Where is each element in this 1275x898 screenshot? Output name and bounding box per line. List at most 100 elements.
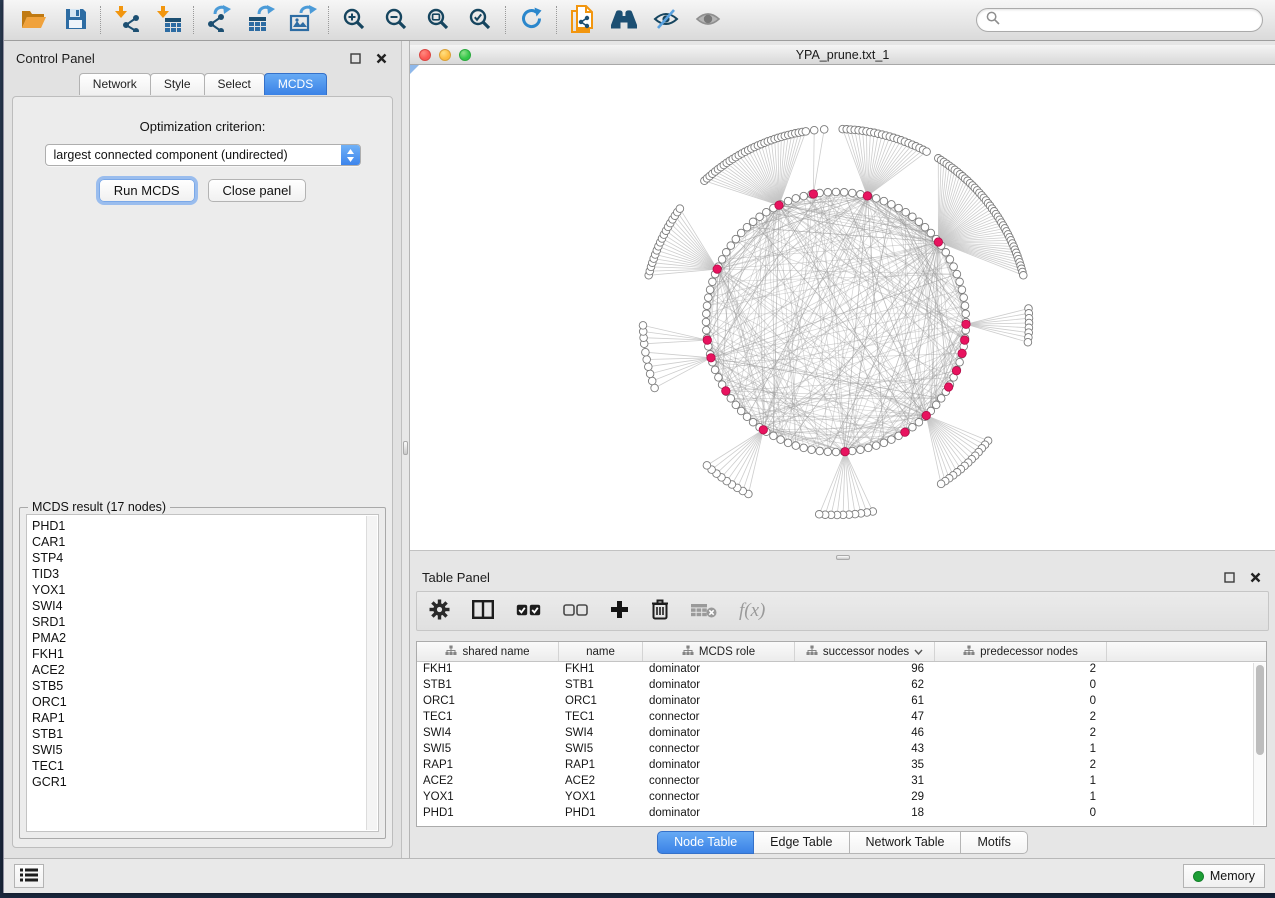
delete-table-button[interactable] [691,602,717,621]
table-cell: SWI5 [417,742,559,758]
mcds-result-node[interactable]: SRD1 [32,614,378,630]
mcds-result-node[interactable]: SWI5 [32,742,378,758]
network-view-canvas[interactable] [410,65,1275,551]
import-table-button[interactable] [151,4,185,36]
toolbar-separator [505,6,506,34]
table-cell: 1 [935,774,1107,790]
column-header-name[interactable]: name [559,642,643,661]
mcds-result-node[interactable]: STB5 [32,678,378,694]
table-row[interactable]: SWI4SWI4dominator462 [417,726,1266,742]
mcds-result-node[interactable]: FKH1 [32,646,378,662]
open-file-button[interactable] [16,4,50,36]
mcds-result-node[interactable]: TID3 [32,566,378,582]
mcds-result-node[interactable]: TEC1 [32,758,378,774]
table-settings-button[interactable] [429,599,450,623]
show-all-button[interactable] [691,4,725,36]
table-scrollbar-thumb[interactable] [1256,665,1264,755]
toggle-panes-button[interactable] [472,600,494,622]
mcds-result-node[interactable]: ORC1 [32,694,378,710]
column-header-label: predecessor nodes [980,646,1078,658]
search-input[interactable] [1005,13,1253,27]
import-network-icon [113,5,140,35]
table-row[interactable]: RAP1RAP1dominator352 [417,758,1266,774]
close-table-panel-button[interactable] [1247,569,1263,585]
hide-selected-button[interactable] [649,4,683,36]
mcds-result-node[interactable]: RAP1 [32,710,378,726]
mcds-result-node[interactable]: ACE2 [32,662,378,678]
save-session-button[interactable] [58,4,92,36]
export-image-button[interactable] [286,4,320,36]
select-all-button[interactable] [516,604,541,619]
mcds-result-node[interactable]: GCR1 [32,774,378,790]
main-toolbar [4,0,1275,41]
tab-motifs[interactable]: Motifs [961,831,1027,854]
table-row[interactable]: ORC1ORC1dominator610 [417,694,1266,710]
mcds-list-scrollbar[interactable] [366,516,377,830]
tab-network-table[interactable]: Network Table [850,831,962,854]
tab-select[interactable]: Select [204,73,265,95]
run-mcds-button[interactable]: Run MCDS [99,179,195,202]
zoom-selected-button[interactable] [463,4,497,36]
zoom-out-icon [384,7,408,34]
zoom-fit-button[interactable] [421,4,455,36]
tab-edge-table[interactable]: Edge Table [754,831,849,854]
column-header-MCDS-role[interactable]: MCDS role [643,642,795,661]
close-mcds-panel-button[interactable]: Close panel [208,179,307,202]
table-cell: dominator [643,694,795,710]
table-cell: PHD1 [417,806,559,822]
mcds-result-node[interactable]: STP4 [32,550,378,566]
tab-network[interactable]: Network [79,73,151,95]
splitter-grip[interactable] [836,555,850,560]
mcds-result-node[interactable]: PHD1 [32,518,378,534]
export-table-button[interactable] [244,4,278,36]
table-cell: dominator [643,758,795,774]
deselect-all-button[interactable] [563,604,588,619]
import-network-button[interactable] [109,4,143,36]
task-history-button[interactable] [14,864,44,888]
table-cell: YOX1 [559,790,643,806]
mcds-result-node[interactable]: STB1 [32,726,378,742]
column-header-shared-name[interactable]: shared name [417,642,559,661]
table-scrollbar[interactable] [1253,663,1265,825]
add-column-button[interactable] [610,600,629,622]
export-network-button[interactable] [202,4,236,36]
horizontal-splitter[interactable] [410,551,1275,565]
function-builder-button[interactable]: f(x) [739,600,765,622]
network-search-box[interactable] [976,8,1263,32]
table-row[interactable]: FKH1FKH1dominator962 [417,662,1266,678]
view-focus-corner [410,65,419,74]
mcds-result-node[interactable]: CAR1 [32,534,378,550]
table-row[interactable]: PHD1PHD1dominator180 [417,806,1266,822]
tab-node-table[interactable]: Node Table [657,831,754,854]
mcds-result-list[interactable]: PHD1CAR1STP4TID3YOX1SWI4SRD1PMA2FKH1ACE2… [26,514,379,832]
close-panel-button[interactable] [373,50,389,66]
mcds-result-node[interactable]: YOX1 [32,582,378,598]
column-header-successor-nodes[interactable]: successor nodes [795,642,935,661]
criterion-dropdown[interactable]: largest connected component (undirected) [45,144,361,166]
table-row[interactable]: ACE2ACE2connector311 [417,774,1266,790]
float-table-panel-button[interactable] [1221,569,1237,585]
delete-table-icon [691,602,717,621]
mcds-result-node[interactable]: SWI4 [32,598,378,614]
zoom-in-button[interactable] [337,4,371,36]
refresh-view-button[interactable] [514,4,548,36]
open-session-doc-button[interactable] [565,4,599,36]
mcds-result-node[interactable]: PMA2 [32,630,378,646]
table-row[interactable]: STB1STB1dominator620 [417,678,1266,694]
splitter-grip[interactable] [403,441,408,455]
table-row[interactable]: SWI5SWI5connector431 [417,742,1266,758]
table-row[interactable]: TEC1TEC1connector472 [417,710,1266,726]
search-network-button[interactable] [607,4,641,36]
tab-mcds[interactable]: MCDS [264,73,327,95]
tab-style[interactable]: Style [150,73,205,95]
column-type-icon [682,645,694,659]
delete-column-button[interactable] [651,599,669,623]
table-row[interactable]: YOX1YOX1connector291 [417,790,1266,806]
float-panel-button[interactable] [347,50,363,66]
network-window-titlebar[interactable]: YPA_prune.txt_1 [410,45,1275,65]
memory-button[interactable]: Memory [1183,864,1265,888]
zoom-out-button[interactable] [379,4,413,36]
column-header-predecessor-nodes[interactable]: predecessor nodes [935,642,1107,661]
vertical-splitter[interactable] [401,41,410,858]
table-cell: SWI4 [559,726,643,742]
